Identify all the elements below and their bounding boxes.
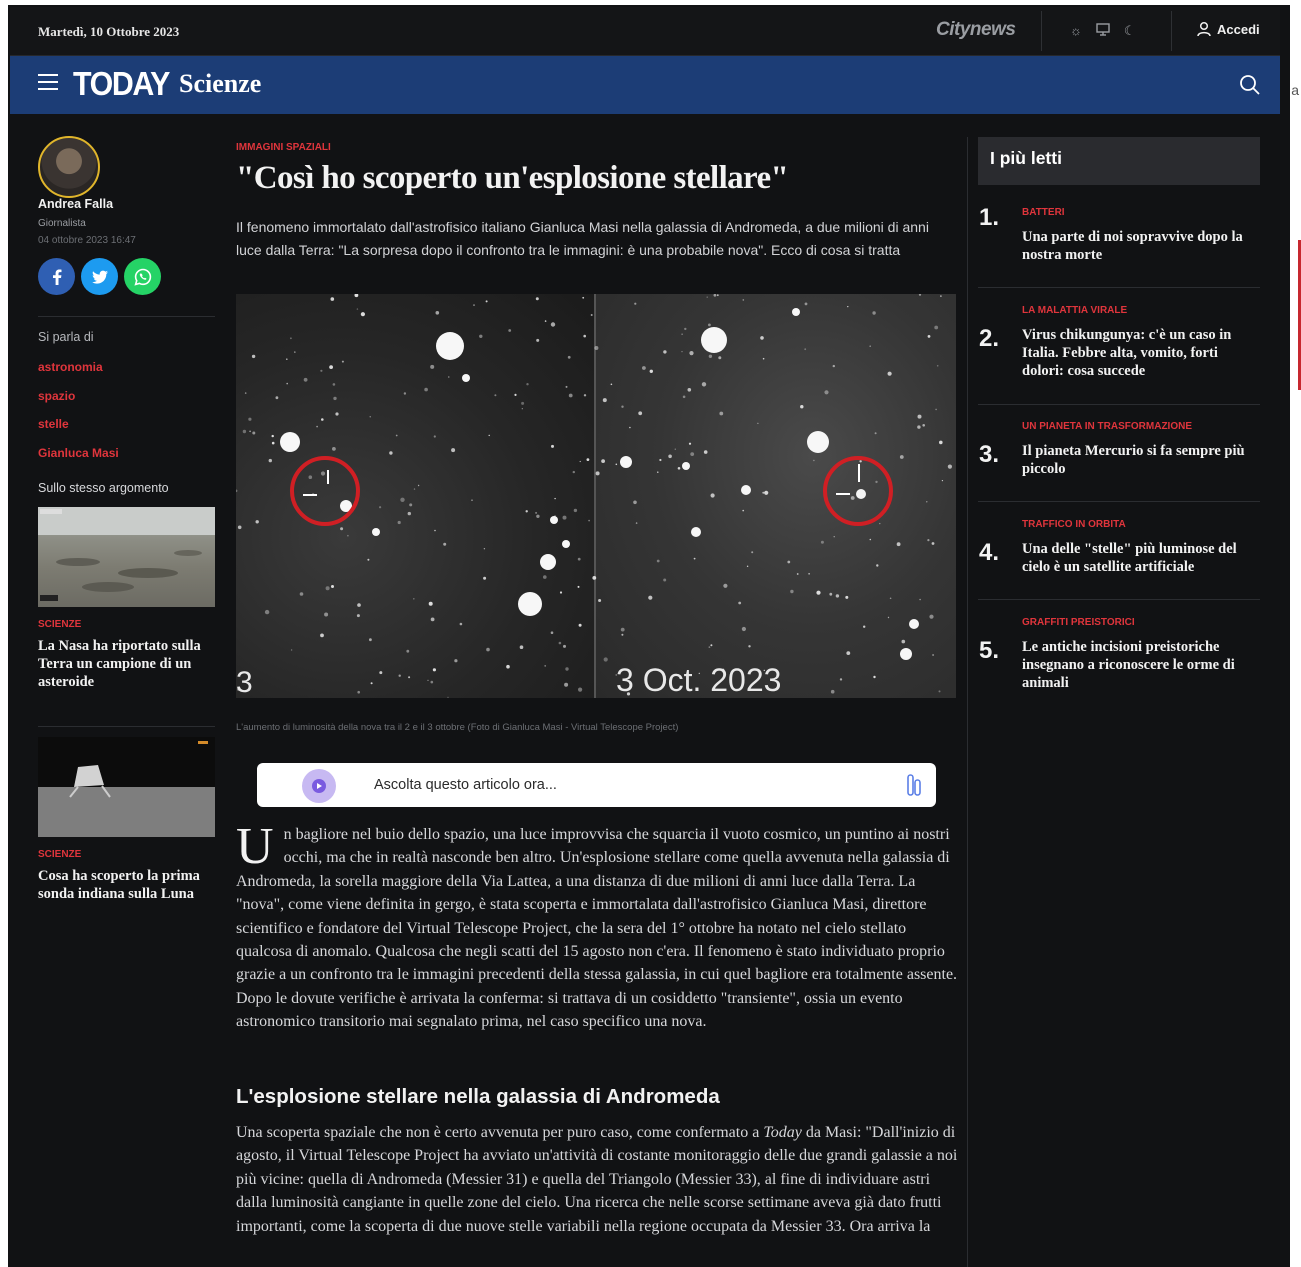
section-title[interactable]: Scienze xyxy=(179,69,261,99)
related-thumbnail[interactable] xyxy=(38,507,215,607)
most-read-header: I più letti xyxy=(978,137,1260,185)
user-icon xyxy=(1197,21,1211,37)
most-read-category: TRAFFICO IN ORBITA xyxy=(1022,519,1126,530)
paragraph-text: n bagliore nel buio dello spazio, una lu… xyxy=(236,826,958,1031)
article-headline: "Così ho scoperto un'esplosione stellare… xyxy=(236,160,789,196)
divider xyxy=(978,599,1260,600)
column-divider xyxy=(967,137,968,1267)
divider xyxy=(978,501,1260,502)
play-button[interactable] xyxy=(302,769,336,803)
most-read-headline[interactable]: Una parte di noi sopravvive dopo la nost… xyxy=(1022,228,1262,264)
topic-tag[interactable]: spazio xyxy=(38,389,75,403)
divider xyxy=(1171,11,1172,51)
play-icon xyxy=(312,779,326,793)
article-subtitle: Il fenomeno immortalato dall'astrofisico… xyxy=(236,219,929,258)
audio-label: Ascolta questo articolo ora... xyxy=(374,777,557,793)
related-headline[interactable]: La Nasa ha riportato sulla Terra un camp… xyxy=(38,637,218,691)
monitor-icon[interactable] xyxy=(1096,23,1110,39)
most-read-headline[interactable]: Le antiche incisioni preistoriche insegn… xyxy=(1022,638,1262,692)
whatsapp-icon xyxy=(133,268,151,286)
author-name[interactable]: Andrea Falla xyxy=(38,197,113,211)
login-button[interactable]: Accedi xyxy=(1196,21,1260,37)
related-headline[interactable]: Cosa ha scoperto la prima sonda indiana … xyxy=(38,867,218,903)
divider xyxy=(978,287,1260,288)
related-category: SCIENZE xyxy=(38,849,82,860)
today-logo[interactable]: TODAY xyxy=(73,65,170,103)
facebook-share-button[interactable] xyxy=(38,258,75,295)
most-read-headline[interactable]: Una delle "stelle" più luminose del ciel… xyxy=(1022,540,1262,576)
most-read-headline[interactable]: Il pianeta Mercurio si fa sempre più pic… xyxy=(1022,442,1262,478)
facebook-icon xyxy=(52,269,61,285)
photo-label-right: 3 Oct. 2023 xyxy=(616,662,782,698)
audio-player[interactable]: Ascolta questo articolo ora... xyxy=(257,763,936,807)
moon-icon[interactable]: ☾ xyxy=(1124,23,1136,39)
publication-name: Today xyxy=(763,1124,802,1141)
article-kicker: IMMAGINI SPAZIALI xyxy=(236,142,331,153)
divider xyxy=(978,404,1260,405)
related-title: Sullo stesso argomento xyxy=(38,481,169,495)
article-paragraph: Un bagliore nel buio dello spazio, una l… xyxy=(236,818,958,1034)
publish-date: 04 ottobre 2023 16:47 xyxy=(38,235,136,246)
rank-number: 1. xyxy=(979,204,1000,231)
divider xyxy=(38,316,215,317)
paragraph-text: Una scoperta spaziale che non è certo av… xyxy=(236,1124,764,1141)
article-paragraph: Una scoperta spaziale che non è certo av… xyxy=(236,1121,958,1238)
rank-number: 2. xyxy=(979,325,1000,352)
most-read-category: LA MALATTIA VIRALE xyxy=(1022,305,1128,316)
most-read-headline[interactable]: Virus chikungunya: c'è un caso in Italia… xyxy=(1022,326,1262,380)
twitter-icon xyxy=(91,270,108,284)
menu-icon[interactable] xyxy=(38,74,58,95)
topic-tag[interactable]: stelle xyxy=(38,417,69,431)
rank-number: 4. xyxy=(979,539,1000,566)
article-subheading: L'esplosione stellare nella galassia di … xyxy=(236,1085,720,1108)
most-read-category: BATTERI xyxy=(1022,207,1065,218)
article-photo[interactable]: 3 3 Oct. 2023 xyxy=(236,294,956,698)
search-icon[interactable] xyxy=(1239,74,1261,96)
author-role: Giornalista xyxy=(38,218,86,229)
dropcap: U xyxy=(236,818,274,875)
edge-peek-text: a xyxy=(1291,82,1299,98)
related-category: SCIENZE xyxy=(38,619,82,630)
most-read-title: I più letti xyxy=(990,148,1062,168)
frame-edge xyxy=(0,0,8,1267)
topics-title: Si parla di xyxy=(38,330,94,344)
citynews-logo[interactable]: Citynews xyxy=(936,19,1016,41)
whatsapp-share-button[interactable] xyxy=(124,258,161,295)
twitter-share-button[interactable] xyxy=(81,258,118,295)
brand-bar: TODAY Scienze xyxy=(10,56,1280,114)
related-thumbnail[interactable] xyxy=(38,737,215,837)
theme-switcher: ☼ ☾ xyxy=(1070,23,1136,39)
most-read-category: UN PIANETA IN TRASFORMAZIONE xyxy=(1022,421,1192,432)
current-date: Martedì, 10 Ottobre 2023 xyxy=(38,24,180,39)
photo-label-left: 3 xyxy=(236,666,253,698)
top-bar: Martedì, 10 Ottobre 2023 Citynews ☼ ☾ Ac… xyxy=(10,7,1280,56)
rank-number: 3. xyxy=(979,441,1000,468)
divider xyxy=(1041,11,1042,51)
sun-icon[interactable]: ☼ xyxy=(1070,23,1082,39)
topic-tag[interactable]: Gianluca Masi xyxy=(38,446,119,460)
audio-provider-icon xyxy=(907,774,921,796)
divider xyxy=(38,726,215,727)
login-label: Accedi xyxy=(1217,21,1260,37)
photo-caption: L'aumento di luminosità della nova tra i… xyxy=(236,722,679,733)
rank-number: 5. xyxy=(979,637,1000,664)
most-read-category: GRAFFITI PREISTORICI xyxy=(1022,617,1135,628)
topic-tag[interactable]: astronomia xyxy=(38,360,103,374)
author-avatar[interactable] xyxy=(38,136,100,198)
nova-markers xyxy=(290,456,893,526)
